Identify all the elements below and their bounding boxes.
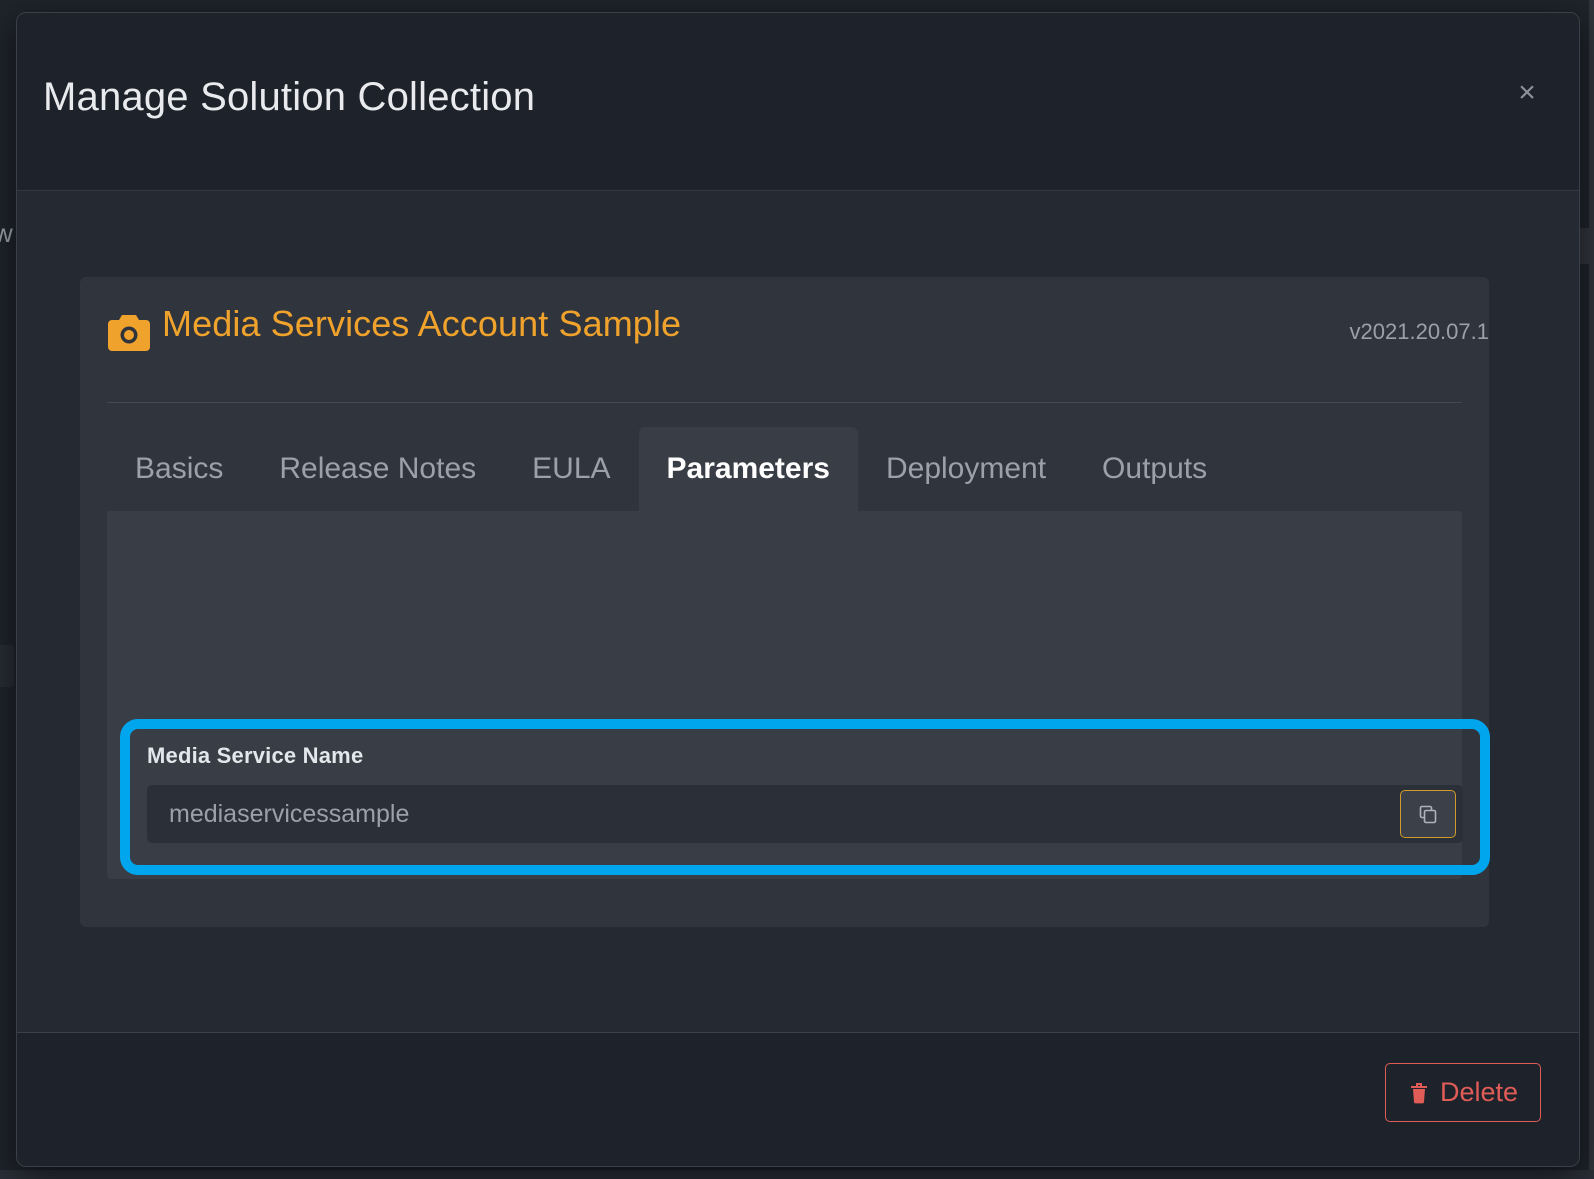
solution-version: v2021.20.07.1	[1349, 319, 1489, 344]
screen: w Manage Solution Collection × Media Ser…	[0, 0, 1594, 1179]
close-icon[interactable]: ×	[1505, 71, 1549, 115]
tab-basics[interactable]: Basics	[107, 427, 251, 511]
tab-bar: Basics Release Notes EULA Parameters Dep…	[107, 427, 1235, 511]
media-service-name-label: Media Service Name	[147, 743, 364, 768]
media-service-name-input[interactable]	[147, 785, 1463, 843]
background-text-fragment: w	[0, 218, 14, 248]
dialog-body: Media Services Account Sample v2021.20.0…	[17, 191, 1579, 1032]
dialog-title: Manage Solution Collection	[43, 75, 536, 119]
camera-icon	[108, 313, 150, 353]
delete-button-label: Delete	[1439, 1077, 1518, 1107]
media-service-name-field-group: Media Service Name	[147, 743, 1463, 843]
tab-outputs[interactable]: Outputs	[1074, 427, 1235, 511]
manage-solution-collection-dialog: Manage Solution Collection × Media Servi…	[16, 12, 1580, 1167]
background-bottom-strip	[0, 1170, 1594, 1179]
copy-icon[interactable]	[1400, 790, 1456, 838]
delete-button[interactable]: Delete	[1384, 1063, 1541, 1122]
background-left-panel-fragment	[0, 645, 14, 687]
tab-parameters[interactable]: Parameters	[638, 427, 858, 511]
dialog-header: Manage Solution Collection ×	[17, 13, 1579, 191]
tab-deployment[interactable]: Deployment	[858, 427, 1074, 511]
trash-icon	[1408, 1081, 1430, 1105]
tab-eula[interactable]: EULA	[504, 427, 638, 511]
media-service-name-row	[147, 785, 1463, 843]
tab-release-notes[interactable]: Release Notes	[251, 427, 504, 511]
dialog-footer: Delete	[17, 1032, 1579, 1166]
solution-card-header: Media Services Account Sample v2021.20.0…	[80, 277, 1489, 401]
solution-name: Media Services Account Sample	[162, 303, 682, 344]
divider	[107, 402, 1462, 403]
background-right-edge	[1589, 0, 1594, 1179]
